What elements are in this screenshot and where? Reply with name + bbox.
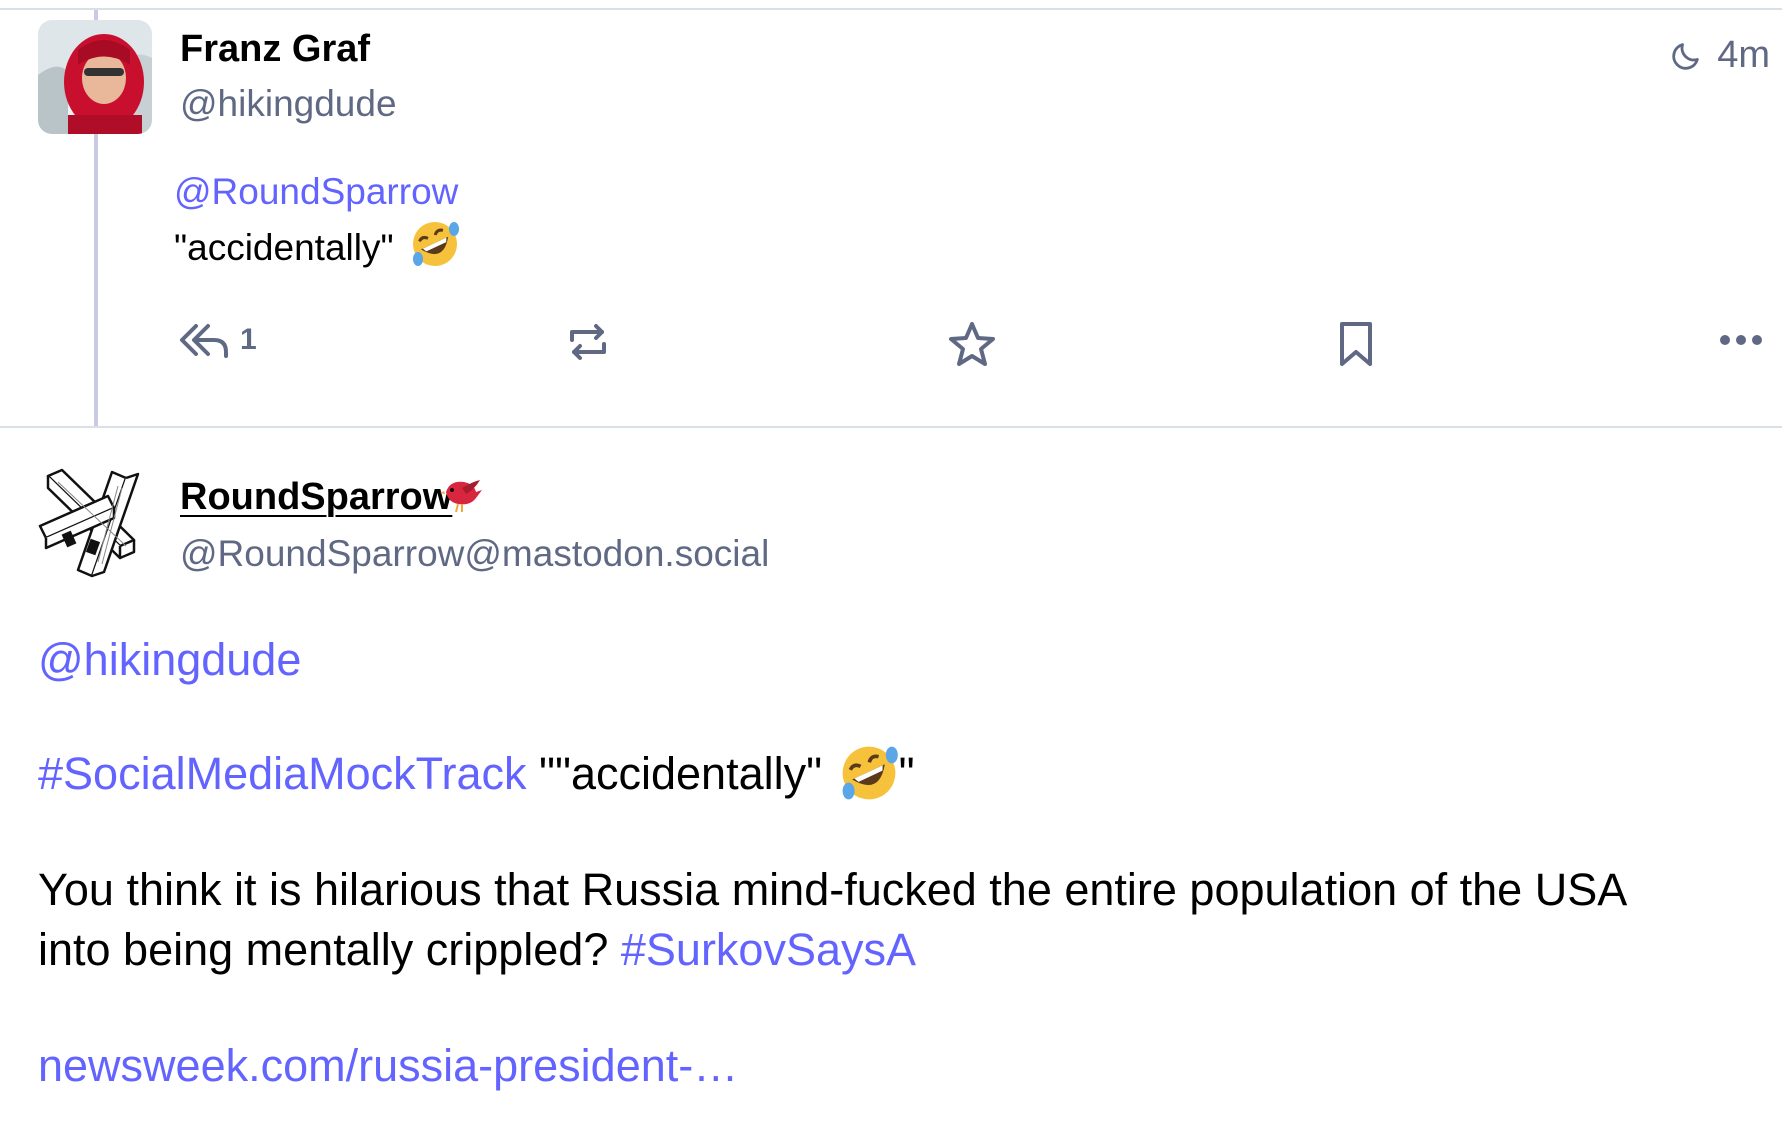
mention-link[interactable]: @RoundSparrow [174,171,458,212]
more-icon [1720,335,1762,345]
favourite-button[interactable] [947,320,997,368]
boost-button[interactable] [564,318,612,366]
avatar-franz-graf[interactable] [38,20,152,134]
closing-quote: " [898,748,915,799]
bookmark-icon [1340,322,1372,366]
mention-line: @hikingdude [38,630,301,690]
hashtag-line: #SocialMediaMockTrack ""accidentally" " [38,744,915,807]
rofl-emoji-large [839,743,899,803]
hashtag-surkovsaysa[interactable]: #SurkovSaysA [621,924,916,975]
time-ago: 4m [1717,34,1770,76]
post-mention-line: @RoundSparrow [174,171,458,213]
star-icon [949,322,995,366]
boost-icon [570,324,606,360]
more-button[interactable] [1718,332,1764,348]
hashtag-socialmediamocktrack[interactable]: #SocialMediaMockTrack [38,748,527,799]
display-name[interactable]: Franz Graf [180,28,370,71]
mention-hikingdude[interactable]: @hikingdude [38,634,301,685]
top-border [0,8,1782,10]
reply-all-icon [180,324,228,358]
post-timestamp[interactable]: 4m [1669,34,1770,77]
account-handle-roundsparrow[interactable]: @RoundSparrow@mastodon.social [180,533,769,575]
body-text-2: into being mentally crippled? [38,924,609,975]
post-content: "accidentally" [174,222,460,275]
post-divider [0,426,1782,428]
display-name-roundsparrow[interactable]: RoundSparrow [180,476,452,519]
newsweek-link[interactable]: newsweek.com/russia-president-… [38,1040,738,1091]
body-line-1: You think it is hilarious that Russia mi… [38,864,1628,915]
quoted-text: ""accidentally" [539,748,823,799]
bookmark-button[interactable] [1336,320,1376,368]
reply-button[interactable]: 1 [178,320,257,360]
post-text: "accidentally" [174,226,394,268]
avatar-roundsparrow[interactable] [38,466,152,580]
bird-emoji [440,472,484,516]
moon-icon [1672,42,1699,70]
body-line-2: into being mentally crippled? #SurkovSay… [38,920,916,980]
link-line: newsweek.com/russia-president-… [38,1036,738,1096]
account-handle[interactable]: @hikingdude [180,83,397,125]
reply-count: 1 [240,323,257,356]
rofl-emoji [410,219,460,269]
